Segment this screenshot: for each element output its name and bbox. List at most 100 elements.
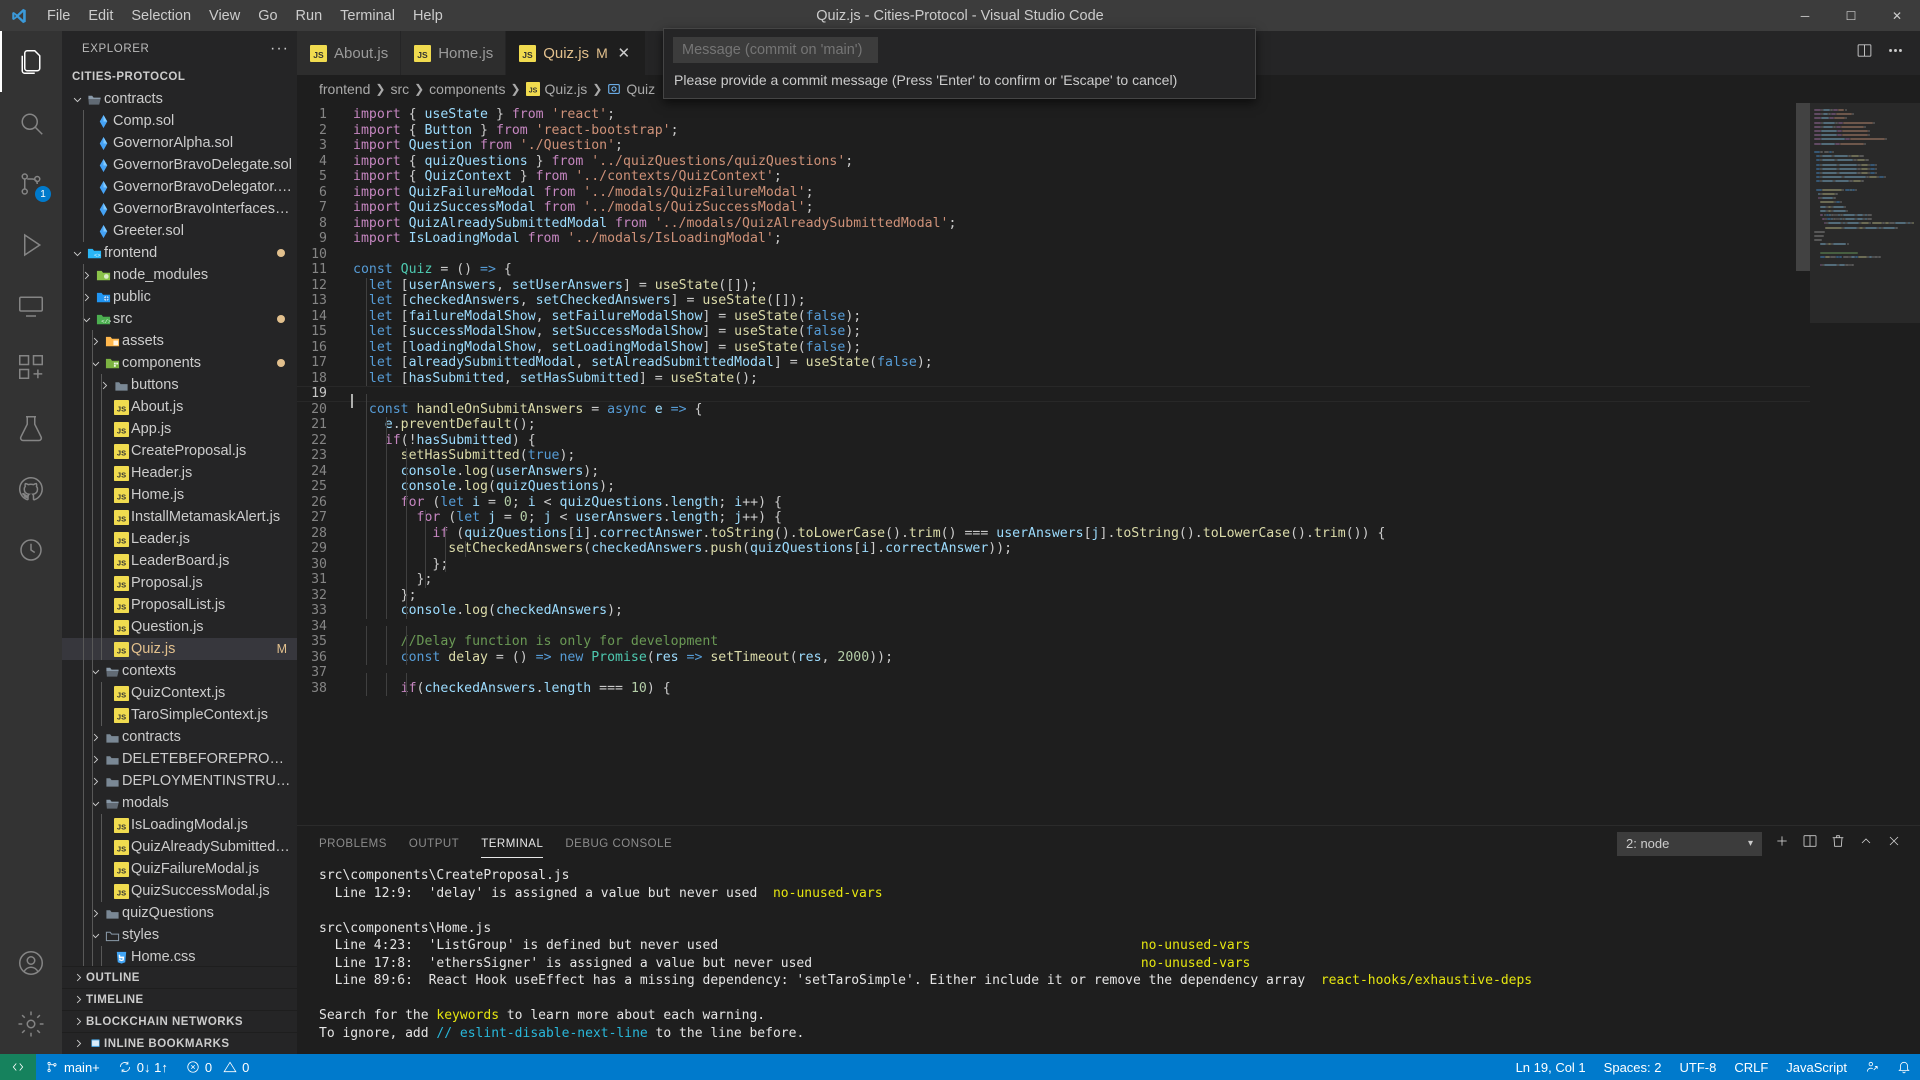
- code-line[interactable]: 1 import { useState } from 'react';: [297, 107, 1810, 123]
- tree-folder-src[interactable]: </> src: [62, 308, 297, 330]
- menu-item-selection[interactable]: Selection: [122, 5, 200, 27]
- tree-file-about.js[interactable]: JS About.js: [62, 396, 297, 418]
- tree-file-quizcontext.js[interactable]: JS QuizContext.js: [62, 682, 297, 704]
- menu-item-terminal[interactable]: Terminal: [331, 5, 404, 27]
- tree-file-installmetamaskalert.js[interactable]: JS InstallMetamaskAlert.js: [62, 506, 297, 528]
- problems-status[interactable]: 0 0: [177, 1054, 258, 1080]
- activity-bar-manage[interactable]: [0, 993, 62, 1054]
- code-editor[interactable]: 1 import { useState } from 'react'; 2 impor…: [297, 103, 1920, 825]
- chevron-down-icon[interactable]: [88, 666, 102, 677]
- breadcrumb-item[interactable]: Quiz.js: [545, 81, 588, 97]
- sidebar-section-inline-bookmarks[interactable]: INLINE BOOKMARKS: [62, 1032, 297, 1054]
- commit-message-input[interactable]: [673, 37, 878, 63]
- code-line[interactable]: 7 import QuizSuccessModal from '../modals…: [297, 200, 1810, 216]
- tree-file-comp.sol[interactable]: Comp.sol: [62, 110, 297, 132]
- code-line[interactable]: 9 import IsLoadingModal from '../modals/I…: [297, 231, 1810, 247]
- tree-file-governorbravodelegator.sol[interactable]: GovernorBravoDelegator.sol: [62, 176, 297, 198]
- notifications-bell-icon[interactable]: [1888, 1054, 1920, 1080]
- new-terminal-icon[interactable]: [1774, 833, 1790, 854]
- tree-file-governoralpha.sol[interactable]: GovernorAlpha.sol: [62, 132, 297, 154]
- tree-file-quizsuccessmodal.js[interactable]: JS QuizSuccessModal.js: [62, 880, 297, 902]
- tree-file-home.css[interactable]: Home.css: [62, 946, 297, 966]
- branch-status[interactable]: main+: [36, 1054, 109, 1080]
- activity-bar-run-and-debug[interactable]: [0, 214, 62, 275]
- tree-file-greeter.sol[interactable]: Greeter.sol: [62, 220, 297, 242]
- activity-bar-extensions[interactable]: [0, 336, 62, 397]
- tree-file-question.js[interactable]: JS Question.js: [62, 616, 297, 638]
- sidebar-more-actions-icon[interactable]: ···: [270, 40, 289, 58]
- chevron-right-icon[interactable]: [88, 732, 102, 743]
- activity-bar-gitlens[interactable]: [0, 519, 62, 580]
- close-panel-icon[interactable]: [1886, 833, 1902, 854]
- menu-item-file[interactable]: File: [38, 5, 79, 27]
- tree-folder-public[interactable]: public: [62, 286, 297, 308]
- code-line[interactable]: 29 setCheckedAnswers(checkedAnswers.push…: [297, 541, 1810, 557]
- tree-file-home.js[interactable]: JS Home.js: [62, 484, 297, 506]
- chevron-right-icon[interactable]: [88, 776, 102, 787]
- code-line[interactable]: 31 };: [297, 572, 1810, 588]
- code-line[interactable]: 32 };: [297, 587, 1810, 603]
- eol-setting[interactable]: CRLF: [1725, 1054, 1777, 1080]
- minimize-button[interactable]: ─: [1782, 0, 1828, 31]
- sync-status[interactable]: 0↓ 1↑: [109, 1054, 177, 1080]
- menu-item-edit[interactable]: Edit: [79, 5, 122, 27]
- code-line[interactable]: 34: [297, 619, 1810, 642]
- chevron-right-icon[interactable]: [88, 908, 102, 919]
- sidebar-section-timeline[interactable]: TIMELINE: [62, 988, 297, 1010]
- editor-tab-quiz-js[interactable]: JS Quiz.js M ✕: [506, 31, 646, 75]
- activity-bar-accounts[interactable]: [0, 932, 62, 993]
- tree-folder-styles[interactable]: styles: [62, 924, 297, 946]
- code-line[interactable]: 33 console.log(checkedAnswers);: [297, 603, 1810, 619]
- code-line[interactable]: 15 let [successModalShow, setSuccessModa…: [297, 324, 1810, 340]
- more-actions-icon[interactable]: [1887, 42, 1904, 64]
- code-line[interactable]: 14 let [failureModalShow, setFailureModa…: [297, 308, 1810, 324]
- tree-folder-assets[interactable]: assets: [62, 330, 297, 352]
- tree-file-governorbravodelegate.sol[interactable]: GovernorBravoDelegate.sol: [62, 154, 297, 176]
- chevron-down-icon[interactable]: [70, 94, 84, 105]
- tree-file-proposallist.js[interactable]: JS ProposalList.js: [62, 594, 297, 616]
- code-line[interactable]: 12 let [userAnswers, setUserAnswers] = u…: [297, 277, 1810, 293]
- code-line[interactable]: 17 let [alreadySubmittedModal, setAlread…: [297, 355, 1810, 371]
- activity-bar-search[interactable]: [0, 92, 62, 153]
- code-line[interactable]: 35 //Delay function is only for developm…: [297, 634, 1810, 650]
- language-mode[interactable]: JavaScript: [1777, 1054, 1856, 1080]
- chevron-right-icon[interactable]: [97, 380, 111, 391]
- code-line[interactable]: 23 setHasSubmitted(true);: [297, 448, 1810, 464]
- code-area[interactable]: 1 import { useState } from 'react'; 2 impor…: [297, 103, 1810, 825]
- minimap-slider[interactable]: [1810, 103, 1920, 323]
- menu-item-go[interactable]: Go: [249, 5, 286, 27]
- activity-bar-testing[interactable]: [0, 397, 62, 458]
- tree-folder-components[interactable]: components: [62, 352, 297, 374]
- activity-bar-remote-explorer[interactable]: [0, 275, 62, 336]
- tree-file-governorbravointerfaces.sol[interactable]: GovernorBravoInterfaces.sol: [62, 198, 297, 220]
- code-line[interactable]: 4 import { quizQuestions } from '../quizQ…: [297, 154, 1810, 170]
- tab-close-icon[interactable]: ✕: [615, 44, 633, 62]
- code-line[interactable]: 19: [297, 386, 1810, 410]
- chevron-right-icon[interactable]: [79, 270, 93, 281]
- breadcrumb-item[interactable]: Quiz: [626, 81, 655, 97]
- tree-file-quiz.js[interactable]: JS Quiz.js M: [62, 638, 297, 660]
- tree-folder-contracts[interactable]: contracts: [62, 726, 297, 748]
- terminal-selector[interactable]: 2: node ▾: [1617, 831, 1762, 856]
- tree-file-isloadingmodal.js[interactable]: JS IsLoadingModal.js: [62, 814, 297, 836]
- code-line[interactable]: 18 let [hasSubmitted, setHasSubmitted] =…: [297, 370, 1810, 386]
- tree-file-leaderboard.js[interactable]: JS LeaderBoard.js: [62, 550, 297, 572]
- tree-folder-node_modules[interactable]: node_modules: [62, 264, 297, 286]
- tree-folder-contexts[interactable]: contexts: [62, 660, 297, 682]
- breadcrumb-item[interactable]: src: [390, 81, 409, 97]
- tree-file-quizfailuremodal.js[interactable]: JS QuizFailureModal.js: [62, 858, 297, 880]
- code-line[interactable]: 26 for (let i = 0; i < quizQuestions.len…: [297, 494, 1810, 510]
- chevron-right-icon[interactable]: [79, 292, 93, 303]
- panel-tab-debug-console[interactable]: DEBUG CONSOLE: [565, 830, 672, 858]
- sidebar-section-outline[interactable]: OUTLINE: [62, 966, 297, 988]
- tree-file-tarosimplecontext.js[interactable]: JS TaroSimpleContext.js: [62, 704, 297, 726]
- tree-file-proposal.js[interactable]: JS Proposal.js: [62, 572, 297, 594]
- chevron-right-icon[interactable]: [88, 336, 102, 347]
- code-line[interactable]: 22 if(!hasSubmitted) {: [297, 432, 1810, 448]
- sidebar-section-blockchain-networks[interactable]: BLOCKCHAIN NETWORKS: [62, 1010, 297, 1032]
- tree-root[interactable]: CITIES-PROTOCOL: [62, 66, 297, 92]
- code-line[interactable]: 30 };: [297, 556, 1810, 572]
- tree-folder-deletebeforeproduction[interactable]: DELETEBEFOREPRODUCTION: [62, 748, 297, 770]
- breadcrumb-item[interactable]: components: [429, 81, 505, 97]
- chevron-down-icon[interactable]: [88, 930, 102, 941]
